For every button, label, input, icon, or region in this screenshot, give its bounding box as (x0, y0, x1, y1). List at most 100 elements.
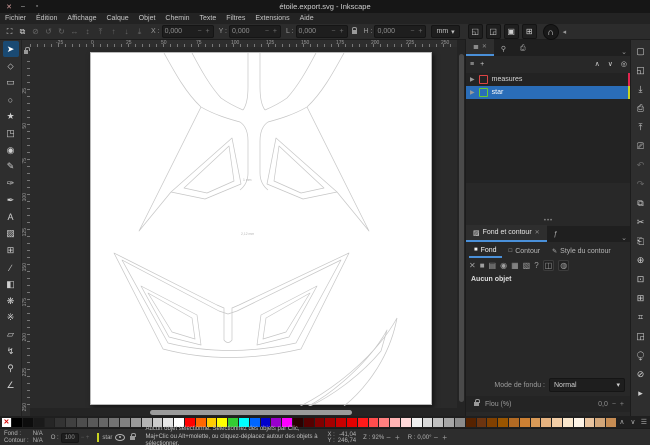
tool-tweak[interactable]: ❋ (3, 293, 19, 309)
palette-swatch[interactable] (498, 417, 508, 427)
palette-swatch[interactable] (282, 417, 293, 427)
flip-vertical-button[interactable]: ↕ (81, 25, 94, 37)
tool-rectangle[interactable]: ▭ (3, 75, 19, 91)
clone-button[interactable]: ⧬ (633, 348, 648, 363)
palette-swatch[interactable] (109, 417, 120, 427)
tool-pencil[interactable]: ✎ (3, 159, 19, 175)
tool-star[interactable]: ★ (3, 109, 19, 125)
tab-fill[interactable]: ■ Fond (469, 244, 502, 258)
rotation-spinner[interactable]: − + (433, 433, 448, 442)
menu-item[interactable]: Calque (101, 15, 133, 22)
paint-swatch-button[interactable]: ▧ (523, 261, 531, 270)
palette-swatch[interactable] (249, 417, 260, 427)
palette-swatch[interactable] (217, 417, 228, 427)
vertical-scrollbar[interactable] (457, 40, 465, 416)
palette-swatch[interactable] (131, 417, 141, 427)
lock-icon[interactable] (474, 399, 480, 406)
add-object-button[interactable]: + (480, 61, 484, 68)
palette-swatch[interactable] (293, 417, 303, 427)
tool-paint-bucket[interactable]: ◧ (3, 276, 19, 292)
palette-swatch[interactable] (55, 417, 66, 427)
tool-3dbox[interactable]: ◳ (3, 125, 19, 141)
horizontal-scrollbar[interactable] (30, 408, 457, 416)
menu-item[interactable]: Extensions (250, 15, 294, 22)
zoom-selection-button[interactable]: ⊕ (633, 253, 648, 268)
palette-swatch[interactable] (422, 417, 433, 427)
tool-zoom[interactable]: ⚲ (3, 360, 19, 376)
close-tab-icon[interactable]: ✕ (535, 229, 540, 236)
palette-swatch[interactable] (325, 417, 336, 427)
document-properties-button[interactable]: ⎚ (633, 139, 648, 154)
paint-none-button[interactable]: ✕ (469, 261, 476, 270)
petal-shape[interactable] (290, 317, 398, 406)
layer-row-measures[interactable]: ▶ measures (466, 73, 631, 86)
palette-swatch[interactable] (368, 417, 379, 427)
redo-button[interactable]: ↷ (633, 177, 648, 192)
palette-swatch[interactable] (400, 417, 411, 427)
tab-stroke-style[interactable]: ✎ Style du contour (547, 244, 616, 258)
palette-swatch[interactable] (508, 417, 519, 427)
move-patterns-toggle[interactable]: ⊞ (521, 24, 537, 39)
palette-swatch[interactable] (573, 417, 584, 427)
palette-swatch[interactable] (314, 417, 325, 427)
x-input[interactable]: 0,000− + (161, 25, 214, 38)
rotate-ccw-button[interactable]: ↺ (42, 25, 55, 37)
palette-scroll-down[interactable]: ∨ (628, 417, 638, 427)
star-top-shape[interactable] (138, 53, 370, 232)
tool-node-editor[interactable]: ⬦ (3, 58, 19, 74)
palette-swatch[interactable] (152, 417, 163, 427)
canvas[interactable]: 1 mm 2,12 mm (30, 47, 457, 408)
palette-swatch[interactable] (98, 417, 109, 427)
menu-item[interactable]: Objet (134, 15, 161, 22)
scale-stroke-toggle[interactable]: ◱ (467, 24, 483, 39)
blur-spinner[interactable]: − + (612, 401, 625, 408)
paint-unknown-button[interactable]: ? (534, 261, 538, 270)
tab-export[interactable]: ⎙ (513, 41, 533, 56)
tool-selector[interactable]: ➤ (2, 41, 19, 58)
palette-swatch[interactable] (411, 417, 422, 427)
palette-swatch[interactable] (33, 417, 44, 427)
menu-item[interactable]: Filtres (221, 15, 250, 22)
cut-button[interactable]: ✂ (633, 215, 648, 230)
tool-gradient[interactable]: ▨ (3, 226, 19, 242)
palette-swatch[interactable] (444, 417, 454, 427)
palette-swatch[interactable] (519, 417, 530, 427)
menu-item[interactable]: Chemin (160, 15, 194, 22)
blur-value[interactable]: 0,0 (598, 401, 608, 408)
tool-dropper[interactable]: ∕ (3, 260, 19, 276)
palette-swatch[interactable] (487, 417, 498, 427)
menu-item[interactable]: Édition (31, 15, 62, 22)
palette-menu[interactable]: ☰ (639, 417, 649, 427)
fill-stroke-indicator[interactable]: Fond : N/A Contour : N/A (0, 431, 43, 444)
x-spinner[interactable]: − + (197, 28, 210, 35)
units-dropdown[interactable]: mm ▾ (431, 25, 460, 38)
palette-swatch[interactable] (476, 417, 487, 427)
stroke-value[interactable]: N/A (33, 438, 43, 444)
close-tab-icon[interactable]: ✕ (482, 43, 487, 50)
y-input[interactable]: 0,000− + (229, 25, 281, 38)
palette-swatch[interactable] (185, 417, 195, 427)
menu-item[interactable]: Texte (195, 15, 222, 22)
palette-swatch[interactable] (77, 417, 87, 427)
tool-ellipse[interactable]: ○ (3, 92, 19, 108)
horizontal-scrollbar-thumb[interactable] (150, 409, 352, 415)
zoom-center-button[interactable]: ⌗ (633, 310, 648, 325)
palette-swatch[interactable] (66, 417, 77, 427)
menu-item[interactable]: Fichier (0, 15, 31, 22)
palette-swatch[interactable] (120, 417, 131, 427)
current-layer-name[interactable]: star (102, 435, 112, 441)
document-page[interactable]: 1 mm 2,12 mm (90, 52, 432, 406)
export-button[interactable]: ⤒ (633, 120, 648, 135)
height-input[interactable]: 0,000− + (374, 25, 427, 38)
paint-flat-button[interactable]: ■ (480, 261, 485, 270)
print-button[interactable]: ⎙ (633, 101, 648, 116)
expander-icon[interactable]: ▶ (470, 89, 475, 96)
new-document-button[interactable]: ▢ (633, 44, 648, 59)
opacity-spinner[interactable]: − + (81, 435, 90, 441)
palette-swatch[interactable] (195, 417, 206, 427)
lock-ratio-icon[interactable] (351, 26, 358, 34)
raise-button[interactable]: ↑ (107, 25, 120, 37)
import-button[interactable]: ⤓ (633, 82, 648, 97)
palette-swatch[interactable] (163, 417, 174, 427)
open-document-button[interactable]: ◱ (633, 63, 648, 78)
